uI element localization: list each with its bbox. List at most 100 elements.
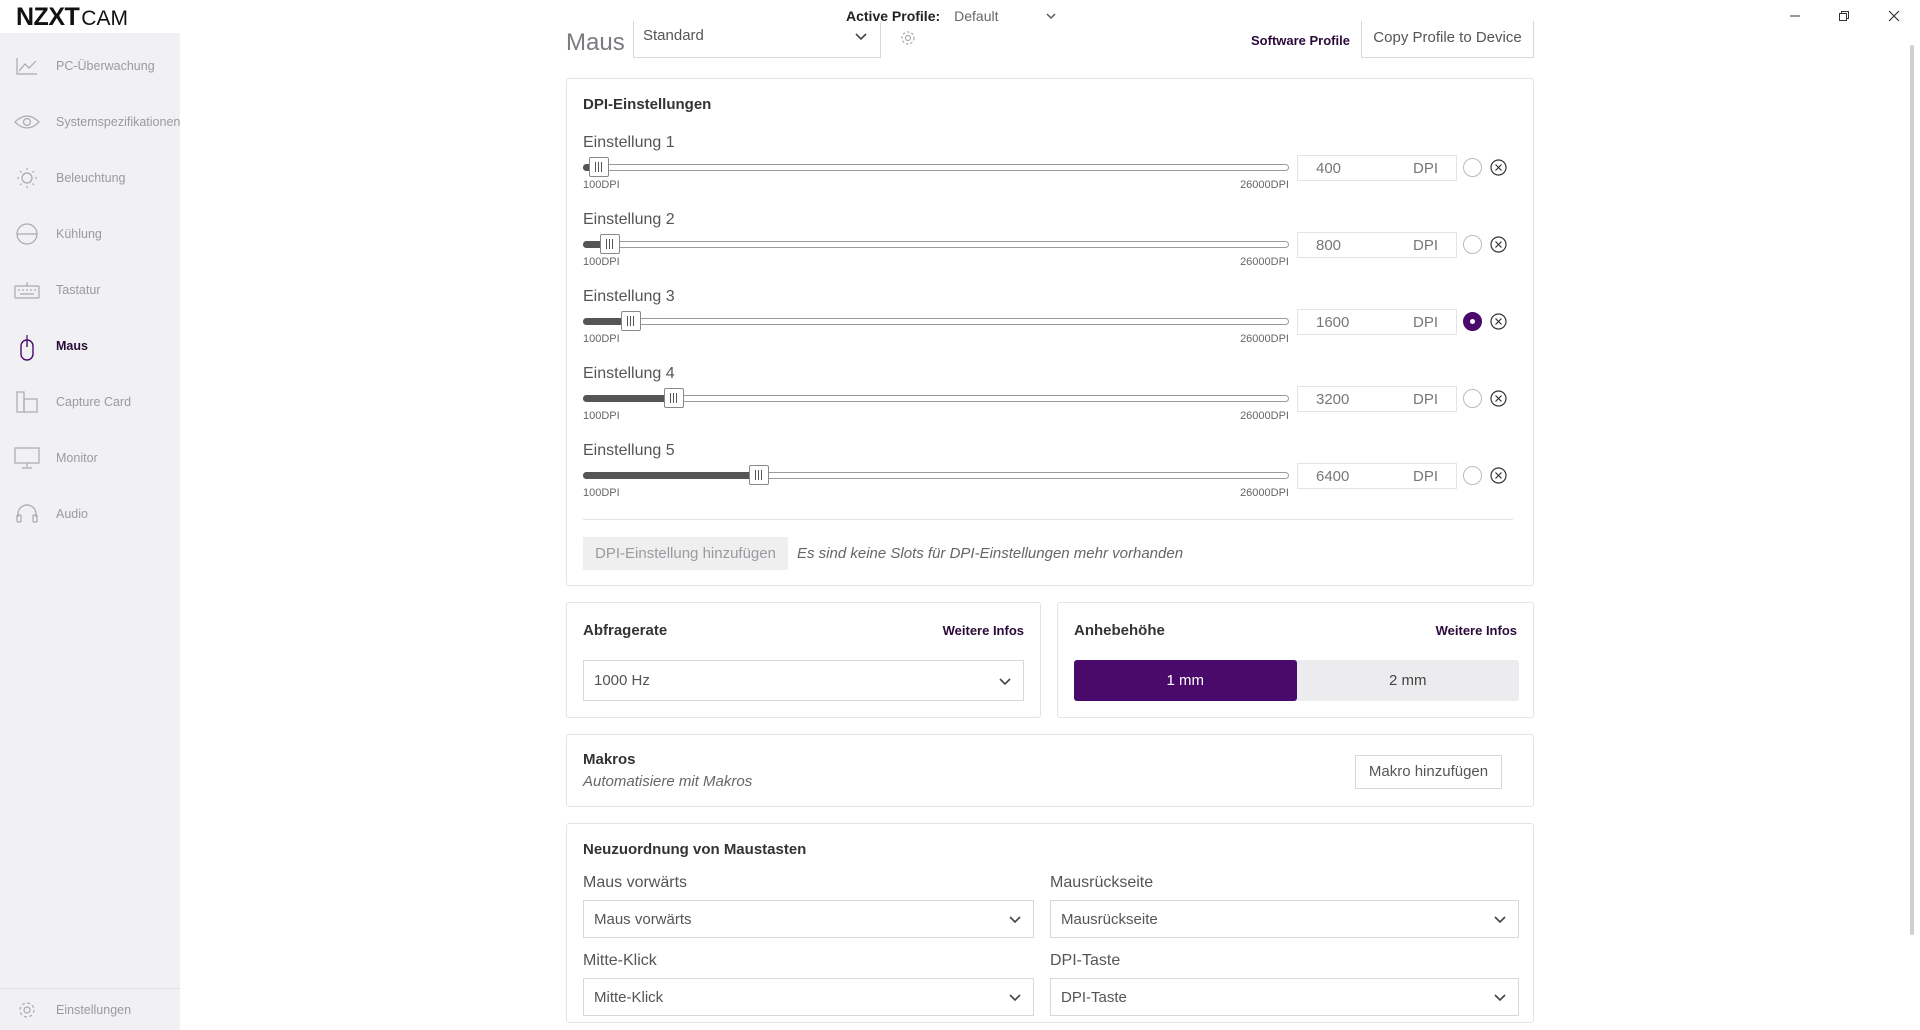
dpi-value: 3200 <box>1316 391 1350 408</box>
sidebar-item-cooling[interactable]: Kühlung <box>0 214 180 254</box>
add-dpi-stage-button[interactable]: DPI-Einstellung hinzufügen <box>583 537 788 570</box>
polling-more-info-link[interactable]: Weitere Infos <box>943 623 1024 638</box>
dpi-stage-radio[interactable] <box>1463 466 1482 485</box>
dpi-slider-thumb[interactable] <box>599 234 620 254</box>
dpi-stage-row: Einstellung 5 100DPI 26000DPI 6400 DPI <box>583 442 1513 514</box>
dpi-stage-name: Einstellung 4 <box>583 365 675 382</box>
dpi-stage-radio[interactable] <box>1463 389 1482 408</box>
dpi-slider-track[interactable] <box>583 164 1289 171</box>
dpi-slider-track[interactable] <box>583 395 1289 402</box>
dpi-stage-radio[interactable] <box>1463 235 1482 254</box>
dpi-value: 1600 <box>1316 314 1350 331</box>
device-mode-select[interactable]: Standard <box>633 21 881 58</box>
close-button[interactable] <box>1884 6 1904 26</box>
remap-dpi-button-select[interactable]: DPI-Taste <box>1050 978 1519 1016</box>
copy-profile-to-device-button[interactable]: Copy Profile to Device <box>1361 21 1534 58</box>
dpi-stage-name: Einstellung 1 <box>583 134 675 151</box>
dpi-value-input[interactable]: 400 DPI <box>1297 155 1457 181</box>
headset-icon <box>14 503 40 525</box>
monitor-icon <box>14 447 40 469</box>
dpi-settings-card: DPI-Einstellungen Einstellung 1 100DPI 2… <box>566 78 1534 586</box>
sidebar-item-label: Monitor <box>56 451 98 465</box>
sidebar-item-capture-card[interactable]: Capture Card <box>0 382 180 422</box>
sidebar-item-settings[interactable]: Einstellungen <box>0 990 180 1030</box>
dpi-slider-track[interactable] <box>583 318 1289 325</box>
dpi-max-label: 26000DPI <box>1240 333 1289 345</box>
sidebar: PC-Überwachung Systemspezifikationen Bel… <box>0 33 180 1030</box>
dpi-slider-fill <box>583 395 674 402</box>
dpi-value-input[interactable]: 6400 DPI <box>1297 463 1457 489</box>
button-remap-card: Neuzuordnung von Maustasten Maus vorwärt… <box>566 823 1534 1023</box>
sidebar-item-label: Einstellungen <box>56 1003 132 1017</box>
dpi-min-label: 100DPI <box>583 487 620 499</box>
sidebar-item-label: Kühlung <box>56 227 102 241</box>
dpi-stage-name: Einstellung 5 <box>583 442 675 459</box>
remap-field-label: Mitte-Klick <box>583 952 657 969</box>
lift-more-info-link[interactable]: Weitere Infos <box>1436 623 1517 638</box>
add-macro-button[interactable]: Makro hinzufügen <box>1355 755 1502 789</box>
sidebar-item-label: Beleuchtung <box>56 171 126 185</box>
dpi-value: 400 <box>1316 160 1342 177</box>
dpi-stage-row: Einstellung 2 100DPI 26000DPI 800 DPI <box>583 211 1513 283</box>
dpi-slider-track[interactable] <box>583 241 1289 248</box>
remap-back-select[interactable]: Mausrückseite <box>1050 900 1519 938</box>
dpi-stage-row: Einstellung 1 100DPI 26000DPI 400 DPI <box>583 134 1513 206</box>
cooler-icon <box>14 223 40 245</box>
dpi-value-input[interactable]: 1600 DPI <box>1297 309 1457 335</box>
sidebar-item-pc-monitoring[interactable]: PC-Überwachung <box>0 46 180 86</box>
sidebar-item-monitor[interactable]: Monitor <box>0 438 180 478</box>
dpi-stage-radio[interactable] <box>1463 158 1482 177</box>
dpi-min-label: 100DPI <box>583 333 620 345</box>
remove-circle-icon[interactable] <box>1489 466 1508 485</box>
remove-circle-icon[interactable] <box>1489 158 1508 177</box>
remap-field-value: DPI-Taste <box>1061 989 1127 1006</box>
polling-rate-value: 1000 Hz <box>594 672 650 689</box>
dpi-unit: DPI <box>1412 391 1438 408</box>
gear-icon <box>901 31 915 45</box>
minimize-button[interactable] <box>1785 6 1805 26</box>
sidebar-item-label: PC-Überwachung <box>56 59 155 73</box>
dpi-min-label: 100DPI <box>583 179 620 191</box>
scrollbar[interactable] <box>1910 45 1914 935</box>
dpi-min-label: 100DPI <box>583 256 620 268</box>
sidebar-item-mouse[interactable]: Maus <box>0 326 180 366</box>
remove-circle-icon[interactable] <box>1489 312 1508 331</box>
dpi-slider-fill <box>583 472 759 479</box>
sidebar-item-audio[interactable]: Audio <box>0 494 180 534</box>
lift-option-1mm[interactable]: 1 mm <box>1074 660 1297 701</box>
dpi-value-input[interactable]: 3200 DPI <box>1297 386 1457 412</box>
logo-cam: CAM <box>81 7 128 30</box>
divider <box>583 519 1513 520</box>
remove-circle-icon[interactable] <box>1489 389 1508 408</box>
dpi-slider-thumb[interactable] <box>748 465 769 485</box>
dpi-max-label: 26000DPI <box>1240 256 1289 268</box>
device-header: Maus Standard Software Profile Copy Prof… <box>566 21 1534 61</box>
remap-middle-click-select[interactable]: Mitte-Klick <box>583 978 1034 1016</box>
sun-icon <box>14 167 40 189</box>
remap-field-value: Maus vorwärts <box>594 911 692 928</box>
sidebar-item-keyboard[interactable]: Tastatur <box>0 270 180 310</box>
remove-circle-icon[interactable] <box>1489 235 1508 254</box>
sidebar-item-system-specs[interactable]: Systemspezifikationen <box>0 102 180 142</box>
chevron-down-icon <box>1494 994 1506 1002</box>
dpi-stage-radio[interactable] <box>1463 312 1482 331</box>
restore-button[interactable] <box>1834 6 1854 26</box>
dpi-slider-thumb[interactable] <box>663 388 684 408</box>
device-settings-button[interactable] <box>899 29 917 52</box>
remap-title: Neuzuordnung von Maustasten <box>583 841 807 858</box>
chevron-down-icon <box>1494 916 1506 924</box>
dpi-stage-name: Einstellung 3 <box>583 288 675 305</box>
minimize-icon <box>1790 15 1800 17</box>
lift-option-2mm[interactable]: 2 mm <box>1297 660 1520 701</box>
remap-forward-select[interactable]: Maus vorwärts <box>583 900 1034 938</box>
chevron-down-icon <box>1046 13 1056 19</box>
dpi-slider-thumb[interactable] <box>620 311 641 331</box>
dpi-stage-name: Einstellung 2 <box>583 211 675 228</box>
sidebar-item-lighting[interactable]: Beleuchtung <box>0 158 180 198</box>
polling-rate-select[interactable]: 1000 Hz <box>583 660 1024 701</box>
dpi-slider-thumb[interactable] <box>588 157 609 177</box>
dpi-value-input[interactable]: 800 DPI <box>1297 232 1457 258</box>
polling-rate-title: Abfragerate <box>583 622 668 639</box>
device-mode-value: Standard <box>643 27 704 44</box>
software-profile-link[interactable]: Software Profile <box>1251 33 1350 48</box>
